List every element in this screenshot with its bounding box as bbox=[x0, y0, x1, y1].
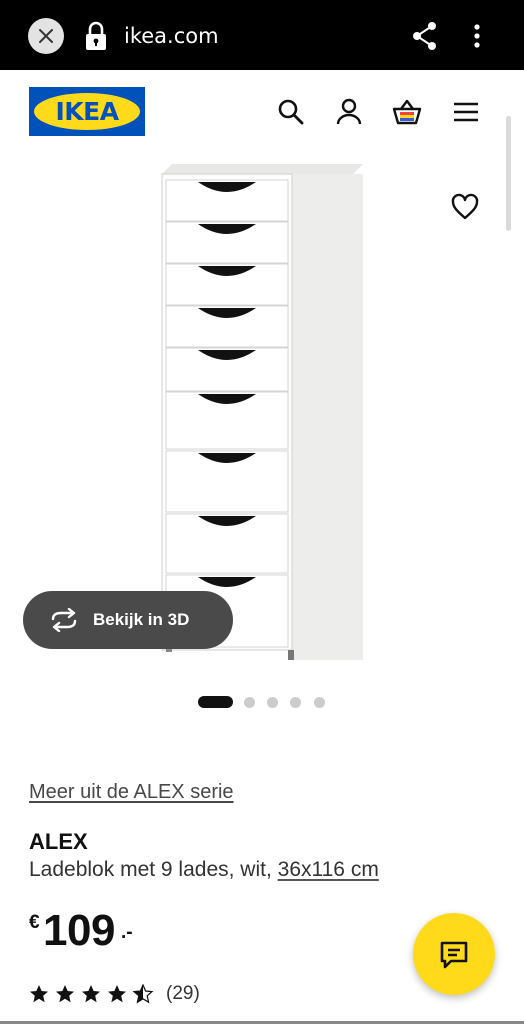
search-icon[interactable] bbox=[276, 96, 306, 128]
carousel-dot[interactable] bbox=[290, 697, 301, 708]
star-icon bbox=[30, 985, 48, 1003]
view-in-3d-button[interactable]: Bekijk in 3D bbox=[23, 591, 233, 649]
carousel-dot[interactable] bbox=[314, 697, 325, 708]
user-icon[interactable] bbox=[334, 96, 364, 128]
product-name: ALEX bbox=[29, 829, 88, 854]
chat-button[interactable] bbox=[413, 913, 495, 995]
product-description: Ladeblok met 9 lades, wit, 36x116 cm bbox=[29, 858, 379, 882]
rotate-3d-icon bbox=[51, 608, 77, 632]
share-icon[interactable] bbox=[410, 20, 440, 52]
browser-toolbar: ikea.com bbox=[0, 0, 524, 70]
series-link[interactable]: Meer uit de ALEX serie bbox=[29, 781, 234, 804]
lock-icon bbox=[86, 21, 106, 50]
more-vertical-icon[interactable] bbox=[462, 20, 492, 52]
close-tab-button[interactable] bbox=[28, 18, 64, 54]
price-decimal: .- bbox=[121, 922, 133, 943]
star-icon bbox=[108, 985, 126, 1003]
carousel-indicator bbox=[198, 696, 328, 708]
logo-text: IKEA bbox=[55, 97, 119, 126]
review-count[interactable]: (29) bbox=[166, 983, 200, 1005]
rating-stars[interactable] bbox=[29, 984, 154, 1004]
view-in-3d-label: Bekijk in 3D bbox=[93, 610, 190, 629]
menu-icon[interactable] bbox=[451, 96, 481, 128]
carousel-dot[interactable] bbox=[267, 697, 278, 708]
heart-icon[interactable] bbox=[450, 192, 480, 222]
product-description-text: Ladeblok met 9 lades, wit, bbox=[29, 858, 278, 881]
close-icon bbox=[39, 29, 53, 43]
size-link[interactable]: 36x116 cm bbox=[278, 858, 379, 881]
star-icon bbox=[56, 985, 74, 1003]
star-icon bbox=[82, 985, 100, 1003]
carousel-dot[interactable] bbox=[244, 697, 255, 708]
chat-icon bbox=[440, 941, 468, 969]
star-half-icon bbox=[133, 984, 153, 1003]
scrollbar[interactable] bbox=[506, 116, 511, 231]
price-currency: € bbox=[29, 912, 40, 933]
address-bar-url[interactable]: ikea.com bbox=[124, 22, 219, 50]
price-integer: 109 bbox=[43, 906, 115, 955]
basket-icon[interactable] bbox=[392, 96, 422, 128]
carousel-dot-active[interactable] bbox=[198, 696, 233, 708]
ikea-logo[interactable]: IKEA bbox=[29, 87, 145, 136]
